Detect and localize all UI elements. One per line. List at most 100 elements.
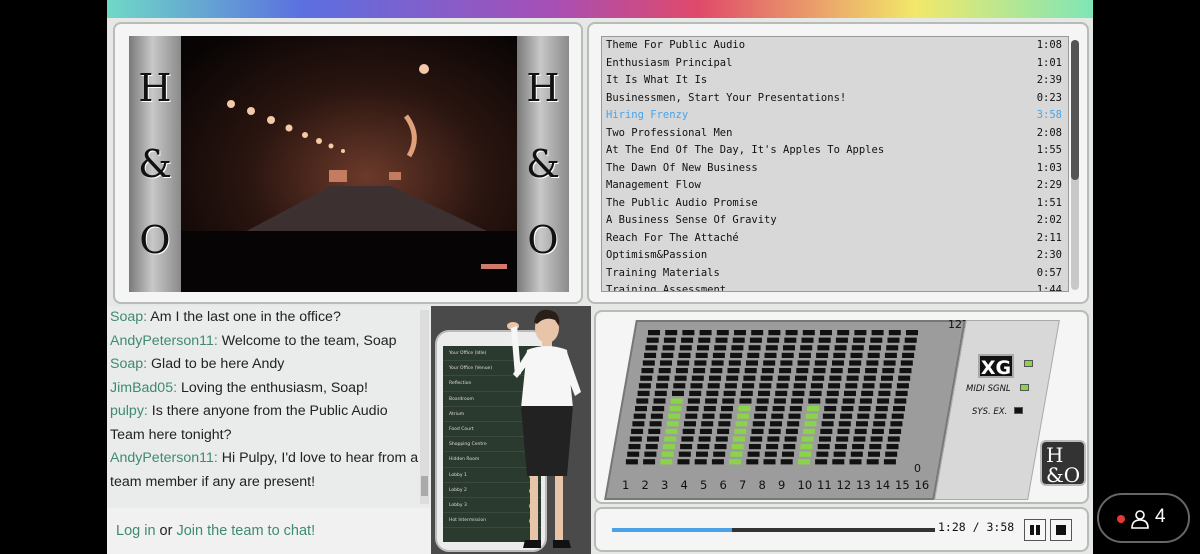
eq-cell xyxy=(712,352,725,358)
eq-cell xyxy=(768,428,781,434)
eq-cell xyxy=(817,444,830,450)
login-link[interactable]: Log in xyxy=(116,523,156,539)
eq-cell xyxy=(731,345,744,351)
eq-cell xyxy=(748,444,761,450)
video-player[interactable]: H & O H & O xyxy=(129,36,569,292)
eq-cell xyxy=(874,413,887,419)
eq-cell xyxy=(882,368,895,374)
eq-cell xyxy=(716,330,729,336)
track-item[interactable]: Hiring Frenzy 3:58 xyxy=(602,107,1068,125)
chat-username[interactable]: AndyPeterson11: xyxy=(110,450,218,466)
playlist-scrollbar[interactable] xyxy=(1071,40,1079,290)
chat-username[interactable]: JimBad05: xyxy=(110,380,177,396)
eq-cell xyxy=(832,360,844,366)
eq-cell xyxy=(837,330,850,336)
track-item[interactable]: Enthusiasm Principal 1:01 xyxy=(602,55,1068,73)
pause-button[interactable] xyxy=(1024,519,1046,541)
eq-cell xyxy=(903,345,916,351)
eq-cell xyxy=(797,360,810,366)
eq-cell xyxy=(826,390,839,396)
track-item[interactable]: Training Assessment 1:44 xyxy=(602,282,1068,291)
stop-button[interactable] xyxy=(1050,519,1072,541)
eq-cell xyxy=(754,413,767,419)
chat-username[interactable]: AndyPeterson11: xyxy=(110,333,218,349)
eq-cell xyxy=(638,383,651,389)
eq-cell xyxy=(834,345,847,351)
track-duration: 2:11 xyxy=(1036,231,1062,244)
eq-cell xyxy=(816,352,829,358)
join-team-link[interactable]: Join the team to chat! xyxy=(176,523,315,539)
eq-cell xyxy=(772,406,785,412)
track-item[interactable]: It Is What It Is 2:39 xyxy=(602,72,1068,90)
eq-cell xyxy=(675,368,688,374)
eq-cell xyxy=(694,360,707,366)
eq-cell xyxy=(833,352,846,358)
chat-username[interactable]: Soap: xyxy=(110,356,147,372)
chat-scroll-thumb[interactable] xyxy=(421,476,428,496)
track-title: Management Flow xyxy=(606,179,701,191)
eq-cell xyxy=(641,368,654,374)
playlist-scroll-thumb[interactable] xyxy=(1071,40,1079,180)
track-item[interactable]: Training Materials 0:57 xyxy=(602,265,1068,283)
track-title: Businessmen, Start Your Presentations! xyxy=(606,91,847,104)
eq-cell xyxy=(706,390,719,396)
track-item[interactable]: Reach For The Attaché 2:11 xyxy=(602,230,1068,248)
track-item[interactable]: Management Flow 2:29 xyxy=(602,177,1068,195)
eq-cell xyxy=(889,428,902,434)
midi-signal-label: MIDI SGNL xyxy=(966,384,1011,394)
chat-message: pulpy: Is there anyone from the Public A… xyxy=(110,400,419,447)
eq-cell xyxy=(787,421,800,427)
eq-cell xyxy=(696,451,708,457)
eq-cell xyxy=(896,383,909,389)
eq-cell xyxy=(845,383,858,389)
track-item[interactable]: Optimism&Passion 2:30 xyxy=(602,247,1068,265)
track-item[interactable]: A Business Sense Of Gravity 2:02 xyxy=(602,212,1068,230)
eq-cell xyxy=(629,436,642,442)
eq-cell xyxy=(656,383,669,389)
eq-cell xyxy=(877,398,890,404)
eq-cell xyxy=(809,390,822,396)
logo-letter-amp: & xyxy=(138,142,172,186)
eq-cell xyxy=(867,352,880,358)
eq-cell xyxy=(875,406,888,412)
eq-cell xyxy=(643,459,656,465)
track-item[interactable]: Two Professional Men 2:08 xyxy=(602,125,1068,143)
track-item[interactable]: The Dawn Of New Business 1:03 xyxy=(602,160,1068,178)
eq-cell xyxy=(763,459,776,465)
logo-letter-h: H xyxy=(138,66,172,110)
eq-cell xyxy=(718,421,731,427)
eq-cell xyxy=(748,345,761,351)
track-title: Reach For The Attaché xyxy=(606,231,739,244)
participants-pill[interactable]: 4 xyxy=(1097,493,1190,543)
eq-cell xyxy=(852,444,865,450)
track-item[interactable]: At The End Of The Day, It's Apples To Ap… xyxy=(602,142,1068,160)
chat-message: Soap: Glad to be here Andy xyxy=(110,353,419,377)
logo-letter-o: O xyxy=(527,218,559,262)
time-display: 1:28 / 3:58 xyxy=(938,520,1014,534)
chat-username[interactable]: pulpy: xyxy=(110,403,148,419)
track-duration: 2:30 xyxy=(1036,249,1062,261)
eq-cell xyxy=(681,337,694,343)
progress-bar[interactable] xyxy=(612,528,935,532)
track-list[interactable]: Theme For Public Audio 1:08 Enthusiasm Pri… xyxy=(601,36,1069,292)
eq-cell xyxy=(679,345,692,351)
track-duration: 1:55 xyxy=(1036,144,1062,156)
eq-channel-number: 1 xyxy=(622,478,630,492)
recording-dot-icon xyxy=(1117,515,1125,523)
track-item[interactable]: The Public Audio Promise 1:51 xyxy=(602,195,1068,213)
eq-channel-number: 7 xyxy=(739,478,747,492)
eq-cell xyxy=(851,345,864,351)
eq-cell xyxy=(796,368,809,374)
eq-cell xyxy=(885,451,898,457)
eq-cell xyxy=(881,375,893,381)
eq-cell xyxy=(678,451,691,457)
track-item[interactable]: Theme For Public Audio 1:08 xyxy=(602,37,1068,55)
chat-text: Welcome to the team, Soap xyxy=(217,332,397,349)
eq-cell-lit xyxy=(664,436,677,442)
chat-username[interactable]: Soap: xyxy=(110,309,147,325)
track-item[interactable]: Businessmen, Start Your Presentations! 0:… xyxy=(602,90,1068,108)
chat-scrollbar[interactable] xyxy=(420,310,429,504)
eq-cell xyxy=(681,436,694,442)
eq-cell xyxy=(792,390,805,396)
eq-cell xyxy=(730,352,743,358)
